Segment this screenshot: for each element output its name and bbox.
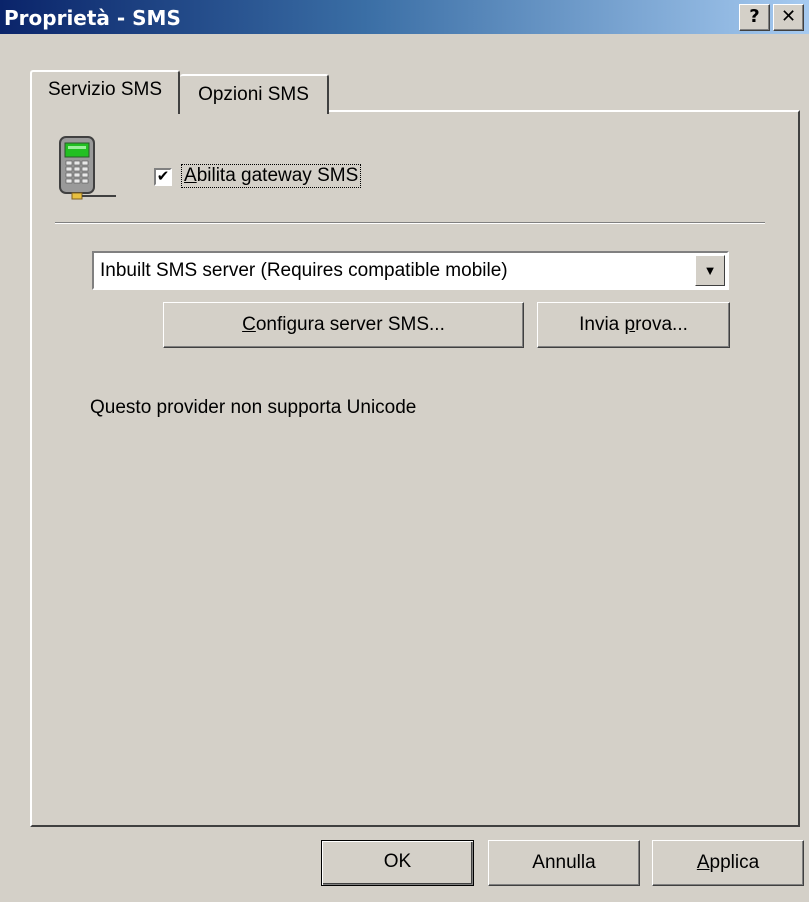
tab-label: Servizio SMS <box>47 79 163 100</box>
button-label: OK <box>383 851 412 872</box>
tab-opzioni-sms[interactable]: Opzioni SMS <box>180 74 329 114</box>
mobile-phone-icon <box>59 136 116 200</box>
send-test-button[interactable]: Invia prova... <box>537 302 730 348</box>
label-text: bilita gateway SMS <box>196 165 359 186</box>
check-mark-icon: ✔ <box>156 167 170 185</box>
cancel-button[interactable]: Annulla <box>488 840 640 886</box>
enable-gateway-label[interactable]: Abilita gateway SMS <box>180 164 362 188</box>
close-icon: ✕ <box>780 6 797 27</box>
title-bar[interactable]: Proprietà - SMS ? ✕ <box>0 0 809 35</box>
enable-gateway-checkbox[interactable]: ✔ <box>154 168 172 186</box>
accelerator-key: A <box>184 165 197 186</box>
arrow-glyph: ▼ <box>703 263 717 278</box>
unicode-info-text: Questo provider non supporta Unicode <box>90 397 417 418</box>
configure-server-button[interactable]: Configura server SMS... <box>163 302 524 348</box>
button-label: Annulla <box>532 852 596 873</box>
accelerator-key: C <box>242 314 256 335</box>
tab-panel <box>30 110 800 827</box>
window-title: Proprietà - SMS <box>4 6 181 30</box>
button-label: pplica <box>709 852 760 873</box>
tab-label: Opzioni SMS <box>198 84 309 105</box>
dropdown-arrow-icon[interactable]: ▼ <box>695 255 725 286</box>
accelerator-key: A <box>696 852 710 873</box>
help-button[interactable]: ? <box>739 4 770 31</box>
button-label: onfigura server SMS... <box>255 314 445 335</box>
help-icon: ? <box>749 6 760 27</box>
tab-servizio-sms[interactable]: Servizio SMS <box>30 70 180 114</box>
provider-dropdown[interactable]: Inbuilt SMS server (Requires compatible … <box>92 251 729 290</box>
accelerator-key: p <box>624 314 636 335</box>
apply-button[interactable]: Applica <box>652 840 804 886</box>
ok-button[interactable]: OK <box>321 840 474 886</box>
separator <box>55 222 765 224</box>
button-label: rova... <box>635 314 688 335</box>
close-button[interactable]: ✕ <box>773 4 804 31</box>
button-label-prefix: Invia <box>579 314 625 335</box>
provider-selected-value: Inbuilt SMS server (Requires compatible … <box>100 260 508 281</box>
